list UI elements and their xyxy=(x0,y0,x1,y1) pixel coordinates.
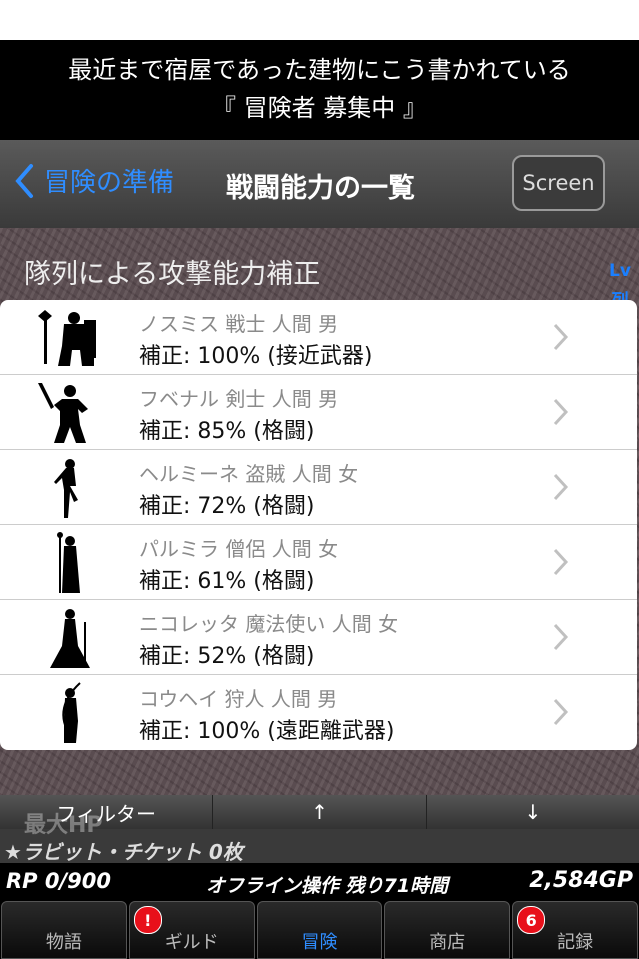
rp-value: RP 0/900 xyxy=(6,869,111,893)
sort-up-button[interactable]: ↑ xyxy=(213,795,427,829)
offline-status: オフライン操作 残り71時間 xyxy=(206,875,449,897)
notification-badge: ! xyxy=(133,906,162,934)
sort-down-button[interactable]: ↓ xyxy=(426,795,639,829)
mage-silhouette-icon xyxy=(50,609,90,668)
character-name: パルミラ 僧侶 人間 女 xyxy=(139,537,339,561)
character-bonus: 補正: 61% (格闘) xyxy=(139,569,315,594)
back-button[interactable]: 冒険の準備 xyxy=(14,162,174,199)
tab-label: 商店 xyxy=(429,932,466,953)
navigation-bar: 冒険の準備 戦闘能力の一覧 Screen xyxy=(0,140,639,228)
section-header: 隊列による攻撃能力補正 xyxy=(24,259,321,290)
status-bar: RP 0/900 オフライン操作 残り71時間 2,584GP xyxy=(0,863,639,901)
character-bonus: 補正: 72% (格闘) xyxy=(139,494,315,519)
thief-silhouette-icon xyxy=(54,459,78,518)
gold-value: 2,584GP xyxy=(529,868,633,893)
swordsman-silhouette-icon xyxy=(38,383,88,443)
character-name: コウヘイ 狩人 人間 男 xyxy=(139,687,338,711)
character-bonus: 補正: 100% (遠距離武器) xyxy=(139,719,395,744)
banner-line-2: 『 冒険者 募集中 』 xyxy=(212,94,427,122)
list-item[interactable]: コウヘイ 狩人 人間 男 補正: 100% (遠距離武器) xyxy=(0,675,637,750)
character-name: フベナル 剣士 人間 男 xyxy=(139,387,339,411)
story-banner: 最近まで宿屋であった建物にこう書かれている 『 冒険者 募集中 』 xyxy=(0,40,639,140)
sort-key-label: 最大HP xyxy=(24,813,103,838)
page-title: 戦闘能力の一覧 xyxy=(226,173,415,204)
top-blank-area xyxy=(0,0,639,40)
tab-story[interactable]: 物語 xyxy=(1,901,127,959)
chevron-left-icon xyxy=(15,163,33,198)
list-item[interactable]: ニコレッタ 魔法使い 人間 女 補正: 52% (格闘) xyxy=(0,600,637,675)
back-label: 冒険の準備 xyxy=(44,168,175,198)
tab-bar: 物語 ! ギルド 冒険 商店 6 記録 xyxy=(0,901,639,959)
character-name: ノスミス 戦士 人間 男 xyxy=(139,312,339,336)
tab-adventure[interactable]: 冒険 xyxy=(256,901,383,959)
character-bonus: 補正: 85% (格闘) xyxy=(139,419,315,444)
chevron-right-icon xyxy=(553,398,569,426)
character-bonus: 補正: 52% (格闘) xyxy=(139,644,315,669)
tab-shop[interactable]: 商店 xyxy=(384,901,511,959)
list-item[interactable]: パルミラ 僧侶 人間 女 補正: 61% (格闘) xyxy=(0,525,637,600)
priest-silhouette-icon xyxy=(57,532,80,593)
tab-label: 物語 xyxy=(45,932,82,953)
chevron-right-icon xyxy=(553,623,569,651)
chevron-right-icon xyxy=(553,698,569,726)
hunter-silhouette-icon xyxy=(62,682,81,743)
notification-badge: 6 xyxy=(517,906,546,934)
character-name: ニコレッタ 魔法使い 人間 女 xyxy=(139,612,399,636)
tab-guild[interactable]: ! ギルド xyxy=(128,901,255,959)
character-list: ノスミス 戦士 人間 男 補正: 100% (接近武器) フベナル 剣士 人間 … xyxy=(0,300,637,750)
tab-label: 記録 xyxy=(557,932,594,953)
side-index-item[interactable]: Lv xyxy=(603,256,637,286)
warrior-silhouette-icon xyxy=(38,310,96,366)
ticket-count: ★ラビット・チケット 0枚 xyxy=(4,840,243,864)
list-item[interactable]: ノスミス 戦士 人間 男 補正: 100% (接近武器) xyxy=(0,300,637,375)
tab-label: ギルド xyxy=(164,932,219,953)
character-bonus: 補正: 100% (接近武器) xyxy=(139,344,373,369)
tab-records[interactable]: 6 記録 xyxy=(512,901,638,959)
chevron-right-icon xyxy=(553,323,569,351)
tab-label: 冒険 xyxy=(301,932,338,953)
list-item[interactable]: ヘルミーネ 盗賊 人間 女 補正: 72% (格闘) xyxy=(0,450,637,525)
chevron-right-icon xyxy=(553,548,569,576)
list-item[interactable]: フベナル 剣士 人間 男 補正: 85% (格闘) xyxy=(0,375,637,450)
character-name: ヘルミーネ 盗賊 人間 女 xyxy=(139,462,359,486)
screen-button[interactable]: Screen xyxy=(512,155,605,211)
chevron-right-icon xyxy=(553,473,569,501)
banner-line-1: 最近まで宿屋であった建物にこう書かれている xyxy=(68,56,571,84)
